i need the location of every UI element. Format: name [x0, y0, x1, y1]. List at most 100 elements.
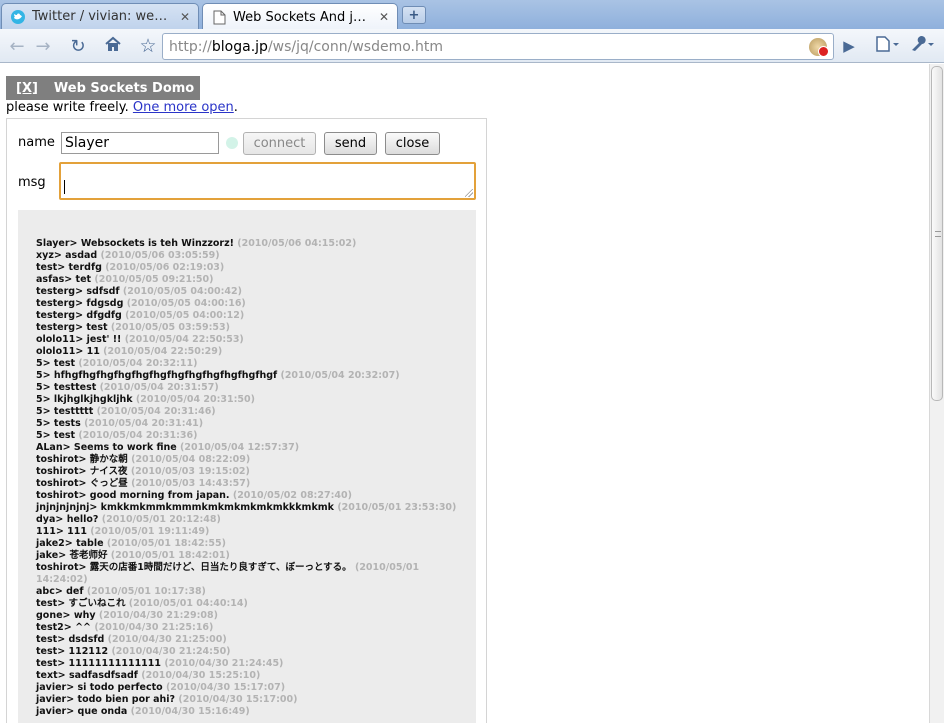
- log-text: sadfasdfsadf: [68, 670, 138, 681]
- send-button[interactable]: send: [324, 132, 377, 155]
- tab-title: Web Sockets And jQ...: [233, 9, 373, 25]
- log-separator: >: [57, 262, 69, 273]
- log-user: 5: [36, 358, 43, 369]
- log-text: Websockets is teh Winzzorz!: [80, 238, 234, 249]
- new-tab-button[interactable]: +: [402, 6, 426, 24]
- home-button[interactable]: [100, 33, 126, 59]
- name-input[interactable]: [61, 132, 219, 154]
- log-timestamp: (2010/05/04 20:32:07): [280, 370, 400, 381]
- log-separator: >: [89, 502, 101, 513]
- log-text: que onda: [77, 706, 128, 717]
- log-timestamp: (2010/05/05 04:00:12): [125, 310, 245, 321]
- scrollbar-thumb[interactable]: [931, 66, 943, 401]
- log-timestamp: (2010/05/01 04:40:14): [128, 598, 248, 609]
- log-timestamp: (2010/05/04 20:31:46): [96, 406, 216, 417]
- log-text: ナイス夜: [89, 466, 128, 477]
- log-separator: >: [42, 406, 54, 417]
- log-user: toshirot: [36, 478, 79, 489]
- log-timestamp: (2010/04/30 15:16:49): [130, 706, 250, 717]
- log-entry: testerg> test (2010/05/05 03:59:53): [36, 322, 470, 334]
- log-timestamp: (2010/05/06 02:19:03): [105, 262, 225, 273]
- log-user: 5: [36, 394, 43, 405]
- log-separator: >: [75, 346, 87, 357]
- log-timestamp: (2010/05/01 10:17:38): [86, 586, 206, 597]
- close-tab-icon[interactable]: ✕: [377, 10, 391, 24]
- log-text: asdad: [65, 250, 98, 261]
- log-timestamp: (2010/05/05 04:00:16): [126, 298, 246, 309]
- log-timestamp: (2010/05/06 03:05:59): [100, 250, 220, 261]
- log-user: 5: [36, 370, 43, 381]
- log-entry: 5> test (2010/05/04 20:32:11): [36, 358, 470, 370]
- log-timestamp: (2010/05/03 19:15:02): [130, 466, 250, 477]
- log-timestamp: (2010/05/01 20:12:48): [101, 514, 221, 525]
- wrench-menu-button[interactable]: [906, 33, 938, 59]
- log-text: hello?: [66, 514, 99, 525]
- log-text: Seems to work fine: [73, 442, 177, 453]
- url-host: bloga.jp: [211, 38, 268, 55]
- log-user: 111: [36, 526, 56, 537]
- log-timestamp: (2010/05/04 20:31:41): [84, 418, 204, 429]
- log-separator: >: [66, 694, 78, 705]
- log-entry: asfas> tet (2010/05/05 09:21:50): [36, 274, 470, 286]
- log-user: 5: [36, 406, 43, 417]
- close-tab-icon[interactable]: ✕: [178, 10, 192, 24]
- log-text: 露天の店番1時間だけど、日当たり良すぎて、ぼーっとする。: [89, 562, 352, 573]
- log-user: jake: [36, 550, 59, 561]
- bookmark-star-button[interactable]: ☆: [135, 33, 161, 59]
- log-user: test: [36, 646, 58, 657]
- log-entry: 5> testtttt (2010/05/04 20:31:46): [36, 406, 470, 418]
- star-icon: ☆: [139, 35, 157, 57]
- log-user: test: [36, 658, 58, 669]
- log-text: 11111111111111: [68, 658, 162, 669]
- log-timestamp: (2010/05/01 18:42:55): [106, 538, 226, 549]
- log-entry: jake2> table (2010/05/01 18:42:55): [36, 538, 470, 550]
- log-entry: toshirot> good morning from japan. (2010…: [36, 490, 470, 502]
- log-entry: dya> hello? (2010/05/01 20:12:48): [36, 514, 470, 526]
- log-entry: test2> ^^ (2010/04/30 21:25:16): [36, 622, 470, 634]
- log-text: 11: [86, 346, 100, 357]
- page-menu-button[interactable]: [871, 33, 903, 59]
- log-text: jest' !!: [86, 334, 122, 345]
- log-separator: >: [64, 538, 77, 549]
- play-button[interactable]: ▶: [836, 33, 862, 59]
- tab-twitter[interactable]: Twitter / vivian: web s... ✕: [1, 3, 199, 29]
- log-text: test: [53, 358, 76, 369]
- page-title: Web Sockets Domo: [53, 80, 195, 96]
- log-separator: >: [69, 238, 81, 249]
- log-separator: >: [78, 490, 90, 501]
- close-button[interactable]: close: [385, 132, 440, 155]
- log-timestamp: (2010/05/02 08:27:40): [232, 490, 352, 501]
- log-separator: >: [75, 298, 87, 309]
- log-text: table: [76, 538, 104, 549]
- header-close-link[interactable]: [X]: [16, 81, 38, 96]
- back-button[interactable]: ←: [4, 33, 30, 59]
- log-text: すごいねこれ: [68, 598, 126, 609]
- log-user: toshirot: [36, 454, 79, 465]
- log-text: 111: [67, 526, 87, 537]
- intro-text: please write freely.: [6, 100, 133, 115]
- resize-grip-icon[interactable]: [465, 189, 473, 197]
- one-more-open-link[interactable]: One more open: [133, 100, 234, 115]
- connect-button[interactable]: connect: [243, 132, 316, 155]
- log-user: testerg: [36, 310, 76, 321]
- tab-title: Twitter / vivian: web s...: [32, 9, 174, 24]
- log-timestamp: (2010/04/30 15:25:10): [141, 670, 261, 681]
- log-timestamp: (2010/05/01 19:11:49): [90, 526, 210, 537]
- log-entry: 5> testtest (2010/05/04 20:31:57): [36, 382, 470, 394]
- address-bar[interactable]: http://bloga.jp/ws/jq/conn/wsdemo.htm: [162, 33, 834, 60]
- log-entry: toshirot> ナイス夜 (2010/05/03 19:15:02): [36, 466, 470, 478]
- forward-button[interactable]: →: [30, 33, 56, 59]
- log-entry: xyz> asdad (2010/05/06 03:05:59): [36, 250, 470, 262]
- intro-end: .: [233, 100, 238, 115]
- log-user: javier: [36, 706, 67, 717]
- vertical-scrollbar[interactable]: [929, 64, 944, 723]
- log-entry: ALan> Seems to work fine (2010/05/04 12:…: [36, 442, 470, 454]
- message-textarea[interactable]: [59, 162, 476, 200]
- log-timestamp: (2010/04/30 21:24:50): [111, 646, 231, 657]
- log-timestamp: (2010/05/01 18:42:01): [110, 550, 230, 561]
- reload-button[interactable]: ↻: [65, 33, 91, 59]
- log-text: hfhgfhgfhgfhgfhgfhgfhgfhgfhgfhgfhgfhgf: [53, 370, 278, 381]
- log-user: jnjnjnjnjnj: [36, 502, 90, 513]
- cookie-blocked-icon[interactable]: [809, 38, 829, 57]
- tab-web-sockets[interactable]: Web Sockets And jQ... ✕: [202, 3, 398, 30]
